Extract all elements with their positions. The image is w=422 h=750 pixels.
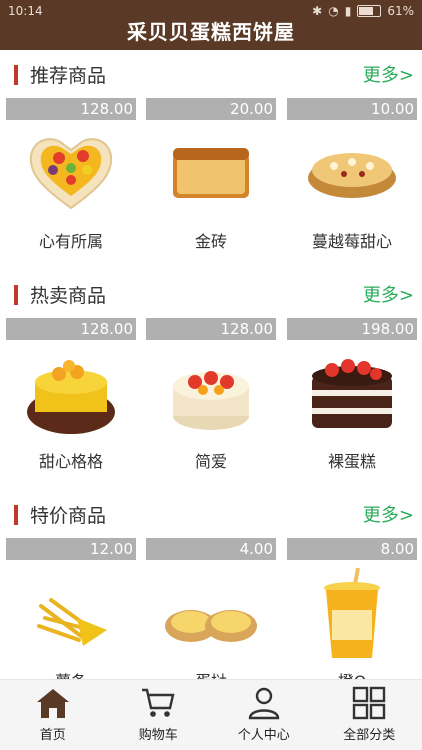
product-price: 128.00 [146,318,276,340]
orange-drink-image [287,566,417,662]
product-price: 128.00 [6,318,136,340]
page-title: 采贝贝蛋糕西饼屋 [127,20,295,44]
section-title: 推荐商品 [30,65,107,87]
bottom-tab-bar: 首页 购物车 个人中心 全部分类 [0,679,422,750]
product-price: 4.00 [146,538,276,560]
product-card[interactable]: 198.00 裸蛋糕 [287,318,417,490]
cranberry-pastry-image [287,126,417,222]
product-name: 蔓越莓甜心 [311,232,392,251]
product-card[interactable]: 10.00 蔓越莓甜心 [287,98,417,270]
egg-tart-image [146,566,276,662]
brick-cake-image [146,126,276,222]
tab-label: 首页 [39,728,66,743]
section-title: 特价商品 [30,505,107,527]
naked-cake-image [287,346,417,442]
tab-profile[interactable]: 个人中心 [211,680,317,750]
tab-categories[interactable]: 全部分类 [317,680,422,750]
tab-label: 个人中心 [237,728,290,743]
product-name: 甜心格格 [38,452,103,471]
more-link[interactable]: 更多> [363,61,414,87]
product-name: 简爱 [194,452,227,471]
section-special: 特价商品 更多> 12.00 薯条 4.00 [0,490,422,710]
product-name: 裸蛋糕 [327,452,376,471]
section-recommended: 推荐商品 更多> 128.00 心有所属 20.00 金砖 10.00 蔓越莓甜… [0,50,422,270]
tab-label: 全部分类 [343,728,396,743]
heart-fruit-cake-image [6,126,136,222]
more-link[interactable]: 更多> [363,281,414,307]
grid-icon [351,686,387,724]
tab-home[interactable]: 首页 [0,680,106,750]
strawberry-cream-cake-image [146,346,276,442]
product-price: 20.00 [146,98,276,120]
product-price: 10.00 [287,98,417,120]
section-accent-bar [14,65,18,85]
product-price: 128.00 [6,98,136,120]
product-price: 198.00 [287,318,417,340]
section-title: 热卖商品 [30,285,107,307]
tab-cart[interactable]: 购物车 [106,680,212,750]
top-bar: 10:14 ✱ ◔ ▮ 61% 采贝贝蛋糕西饼屋 [0,0,422,50]
product-card[interactable]: 128.00 简爱 [146,318,276,490]
product-card[interactable]: 20.00 金砖 [146,98,276,270]
mango-cake-image [6,346,136,442]
product-card[interactable]: 128.00 甜心格格 [6,318,136,490]
fries-image [6,566,136,662]
tab-label: 购物车 [138,728,178,743]
user-icon [246,686,282,724]
section-accent-bar [14,285,18,305]
product-price: 8.00 [287,538,417,560]
cart-icon [140,686,176,724]
product-card[interactable]: 128.00 心有所属 [6,98,136,270]
product-name: 心有所属 [38,232,103,251]
section-hot: 热卖商品 更多> 128.00 甜心格格 128.00 简爱 198.00 裸蛋… [0,270,422,490]
more-link[interactable]: 更多> [363,501,414,527]
home-icon [35,686,71,724]
section-accent-bar [14,505,18,525]
product-name: 金砖 [194,232,227,251]
product-price: 12.00 [6,538,136,560]
